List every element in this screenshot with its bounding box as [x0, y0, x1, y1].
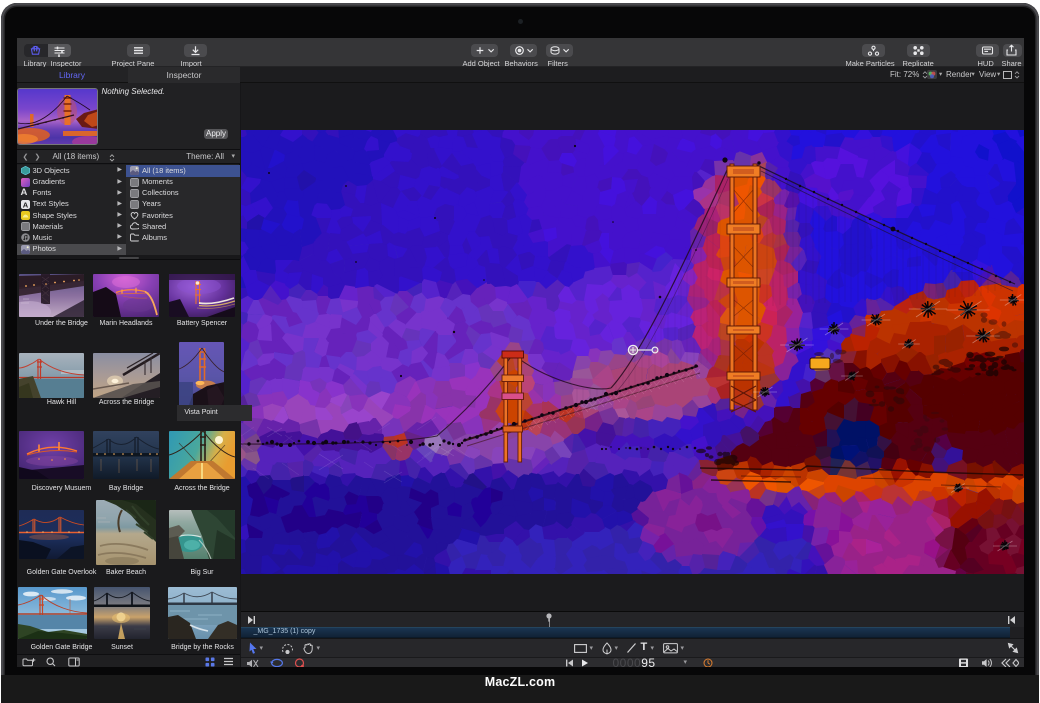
svg-text:A: A [22, 200, 28, 209]
